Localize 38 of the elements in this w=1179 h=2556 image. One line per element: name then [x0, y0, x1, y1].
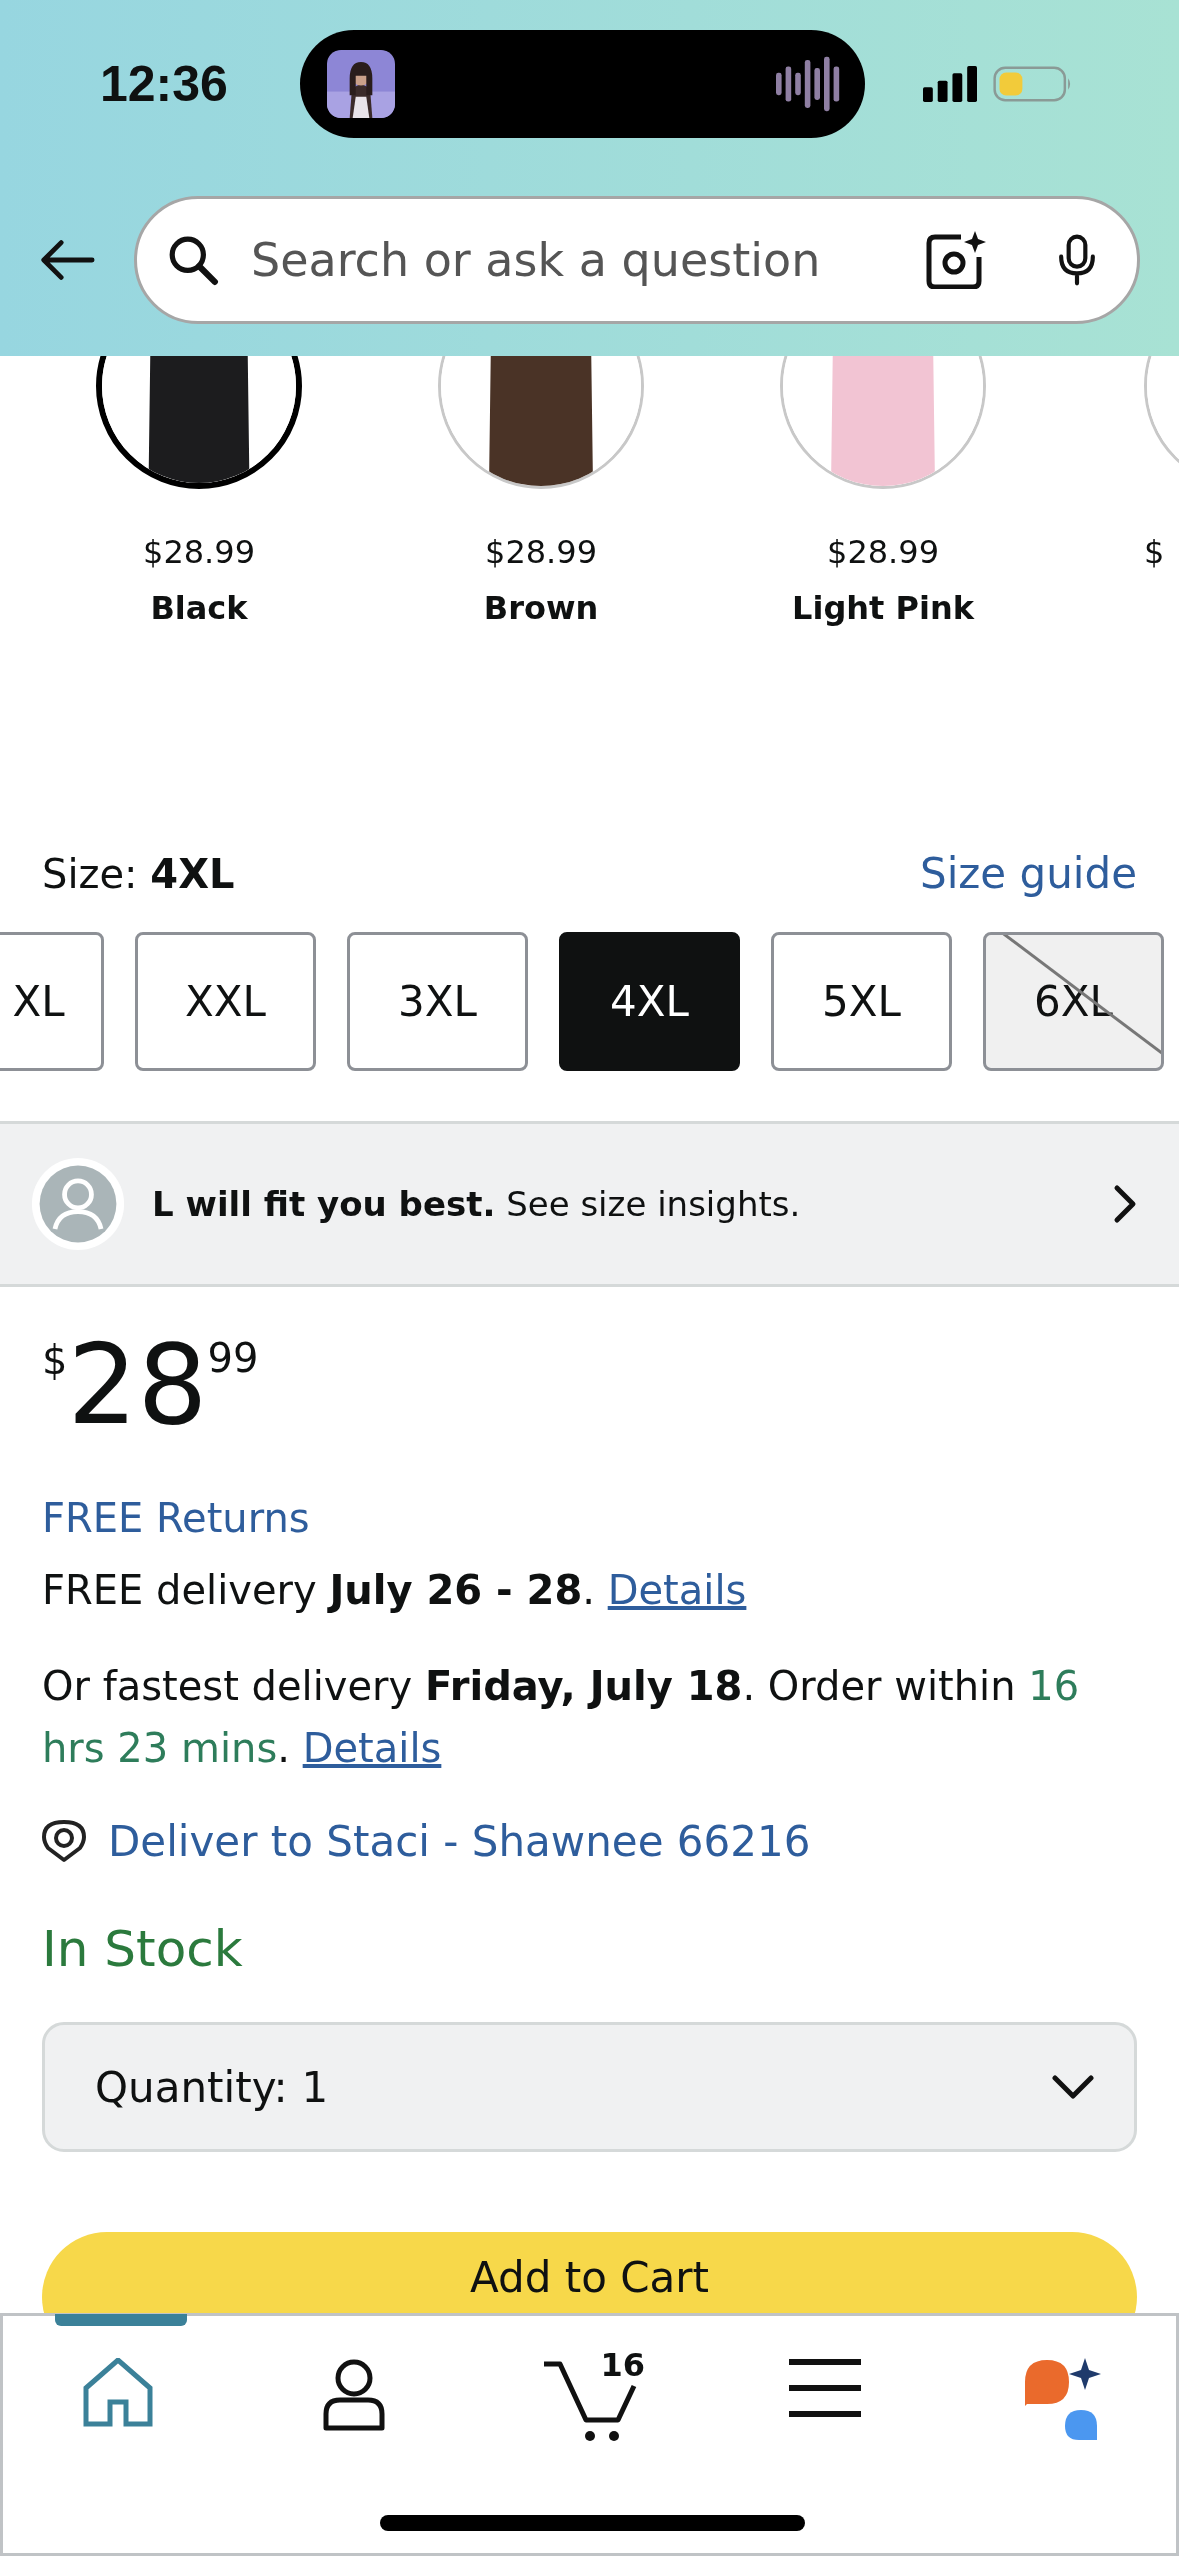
details-link[interactable]: Details [302, 1725, 442, 1771]
size-option[interactable]: 3XL [347, 932, 528, 1071]
size-option[interactable]: 4XL [559, 932, 740, 1071]
swatch-price: $ [1144, 533, 1165, 571]
delivery-text: Or fastest delivery Friday, July 18. Order within 16 hrs 23 mins. Details [42, 1662, 1081, 1773]
signal-icon [923, 66, 977, 102]
chevron-down-icon [1052, 2075, 1094, 2099]
location-pin-icon [42, 1819, 86, 1864]
size-option[interactable]: 5XL [771, 932, 952, 1071]
fit-banner[interactable]: L will fit you best. See size insights. [0, 1121, 1179, 1287]
details-link[interactable]: Details [607, 1567, 747, 1613]
quantity-dropdown[interactable]: Quantity: 1 [42, 2022, 1137, 2152]
menu-icon[interactable] [789, 2358, 862, 2418]
swatch-name: Light Pink [792, 589, 974, 627]
search-field[interactable]: Search or ask a question [134, 196, 1140, 324]
avatar-icon [30, 1156, 126, 1252]
battery-icon [993, 66, 1073, 102]
size-label: Size: 4XL [42, 850, 235, 897]
clock-time: 12:36 [100, 55, 229, 113]
delivery-text: FREE delivery July 26 - 28. Details [42, 1566, 748, 1615]
home-icon[interactable] [82, 2358, 154, 2428]
stock-status: In Stock [42, 1920, 244, 1978]
size-option[interactable]: XL [0, 932, 104, 1071]
size-option[interactable]: XXL [135, 932, 316, 1071]
camera-icon[interactable] [925, 231, 987, 289]
search-icon [167, 234, 219, 286]
fit-text: L will fit you best. See size insights. [152, 1184, 802, 1224]
swatch-price: $28.99 [827, 533, 939, 571]
waveform-icon [776, 55, 840, 113]
swatch-price: $28.99 [485, 533, 597, 571]
microphone-icon[interactable] [1057, 234, 1097, 286]
deliver-to-link[interactable]: Deliver to Staci - Shawnee 66216 [108, 1817, 811, 1866]
search-input[interactable]: Search or ask a question [249, 232, 895, 288]
free-returns-link[interactable]: FREE Returns [42, 1495, 310, 1541]
swatch-name: Black [150, 589, 248, 627]
swatch-name: Brown [483, 589, 599, 627]
size-guide-link[interactable]: Size guide [920, 849, 1137, 898]
swatch-price: $28.99 [143, 533, 255, 571]
